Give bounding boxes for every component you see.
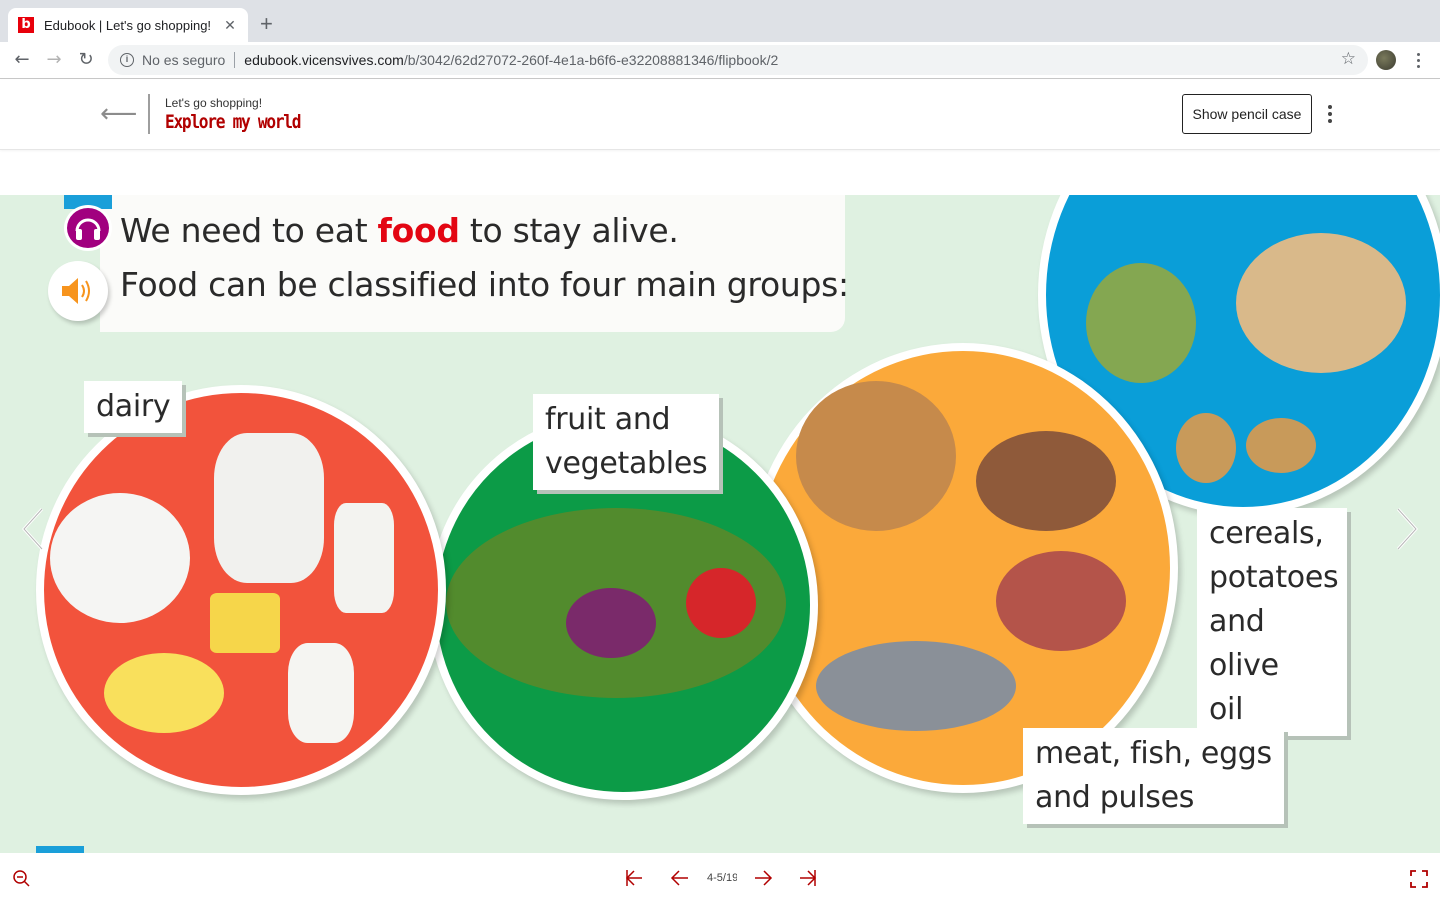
- show-pencil-case-button[interactable]: Show pencil case: [1182, 94, 1312, 134]
- cheese-wheel-image: [104, 653, 224, 733]
- browser-menu-icon[interactable]: [1412, 48, 1424, 72]
- unit-subtitle: Let's go shopping!: [165, 96, 263, 110]
- apple-image: [686, 568, 756, 638]
- back-arrow-icon[interactable]: ⟵: [100, 100, 137, 128]
- headphones-audio-icon[interactable]: [64, 205, 112, 251]
- intro-line-1: We need to eat food to stay alive.: [120, 211, 679, 250]
- intro-line-2: Food can be classified into four main gr…: [120, 265, 849, 304]
- label-meat-fish-eggs-pulses: meat, fish, eggs and pulses: [1023, 728, 1284, 824]
- omnibox-divider: [234, 52, 236, 68]
- previous-page-chevron-icon[interactable]: [20, 505, 44, 553]
- potato-image: [1176, 413, 1236, 483]
- close-tab-icon[interactable]: ✕: [222, 17, 238, 34]
- label-fruit-vegetables: fruit and vegetables: [533, 394, 720, 490]
- dairy-circle: [36, 385, 446, 795]
- browser-tab[interactable]: b Edubook | Let's go shopping! ✕: [8, 8, 248, 42]
- flipbook-page: We need to eat food to stay alive. Food …: [0, 195, 1440, 853]
- address-bar[interactable]: i No es seguro edubook.vicensvives.com/b…: [108, 45, 1368, 75]
- grapes-image: [566, 588, 656, 658]
- tab-title: Edubook | Let's go shopping!: [44, 17, 212, 33]
- bread-flour-image: [1236, 233, 1406, 373]
- bookmark-star-icon[interactable]: ☆: [1341, 49, 1356, 69]
- cheese-cube-image: [210, 593, 280, 653]
- next-section-tab: [36, 846, 84, 853]
- milk-glass-image: [334, 503, 394, 613]
- pulses-bowl-image: [976, 431, 1116, 531]
- info-icon[interactable]: i: [120, 53, 134, 67]
- milk-jug-image: [214, 433, 324, 583]
- fullscreen-icon[interactable]: [1409, 869, 1429, 889]
- page-indicator[interactable]: 4-5/19: [707, 872, 737, 884]
- eggs-basket-image: [796, 381, 956, 531]
- book-title: Explore my world: [165, 111, 301, 133]
- header-divider: [148, 94, 150, 134]
- next-page-icon[interactable]: [752, 867, 774, 889]
- security-label[interactable]: No es seguro: [142, 52, 225, 68]
- highlight-word-food: food: [377, 211, 460, 250]
- browser-toolbar: ← → ↻ i No es seguro edubook.vicensvives…: [0, 42, 1440, 79]
- potato-image: [1246, 418, 1316, 473]
- first-page-icon[interactable]: [623, 867, 645, 889]
- new-tab-button[interactable]: +: [260, 12, 273, 36]
- last-page-icon[interactable]: [797, 867, 819, 889]
- speaker-icon[interactable]: [48, 261, 108, 321]
- label-cereals-potatoes-oil: cereals, potatoes and olive oil: [1197, 508, 1347, 736]
- fish-image: [816, 641, 1016, 731]
- browser-tab-strip: b Edubook | Let's go shopping! ✕ +: [0, 0, 1440, 42]
- app-menu-icon[interactable]: [1324, 102, 1336, 126]
- back-button[interactable]: ←: [10, 48, 34, 72]
- reload-button[interactable]: ↻: [74, 48, 98, 72]
- bottom-toolbar: 4-5/19: [0, 853, 1440, 900]
- url-host: edubook.vicensvives.com: [244, 52, 404, 68]
- edubook-favicon-icon: b: [18, 17, 34, 33]
- meat-image: [996, 551, 1126, 651]
- zoom-out-icon[interactable]: [12, 869, 32, 889]
- profile-avatar[interactable]: [1376, 50, 1396, 70]
- yogurt-jar-image: [288, 643, 354, 743]
- app-header: ⟵ Let's go shopping! Explore my world Sh…: [0, 80, 1440, 150]
- next-page-chevron-icon[interactable]: [1396, 505, 1420, 553]
- olive-oil-image: [1086, 263, 1196, 383]
- forward-button[interactable]: →: [42, 48, 66, 72]
- label-dairy: dairy: [84, 381, 183, 433]
- yogurt-bowl-image: [50, 493, 190, 623]
- url-path: /b/3042/62d27072-260f-4e1a-b6f6-e3220888…: [403, 52, 779, 68]
- previous-page-icon[interactable]: [669, 867, 691, 889]
